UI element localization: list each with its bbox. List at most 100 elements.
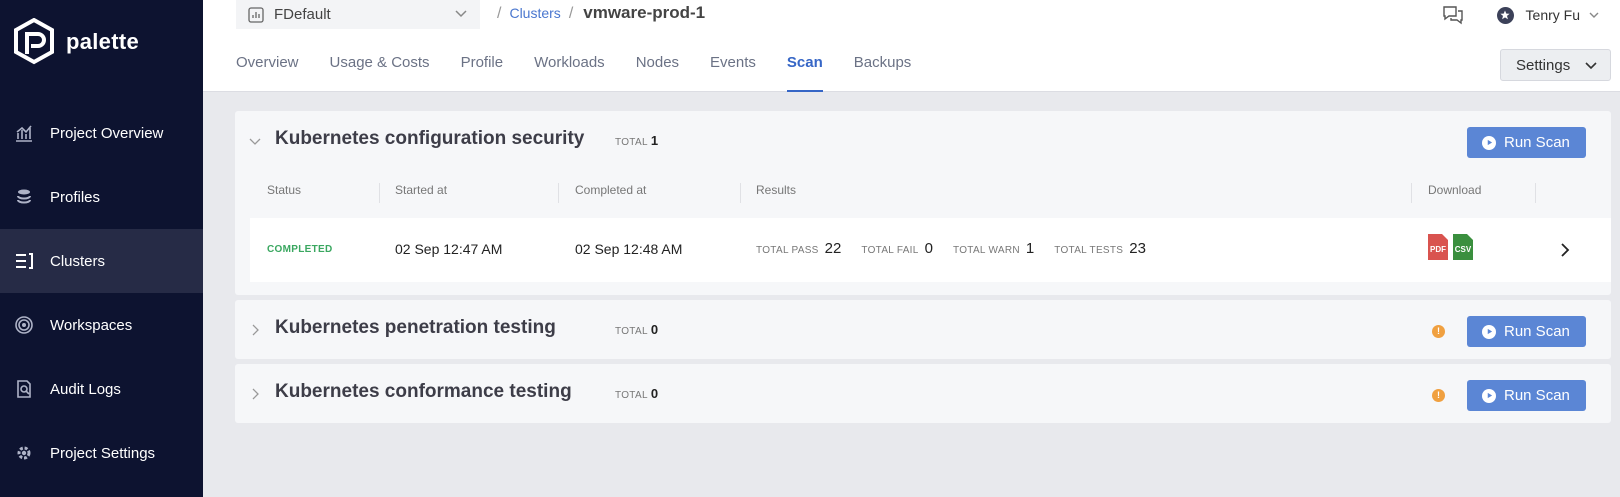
result-value: 22 [824,240,842,257]
tab-profile[interactable]: Profile [461,54,504,92]
csv-download-icon[interactable]: CSV [1453,234,1473,260]
palette-logo-icon [14,18,54,65]
sidebar-item-label: Project Overview [50,124,164,142]
column-results: Results [756,183,797,197]
panel-title: Kubernetes configuration security [275,128,585,149]
completed-at: 02 Sep 12:48 AM [575,241,683,257]
chat-icon[interactable] [1441,3,1465,27]
column-completed: Completed at [575,183,647,197]
run-scan-label: Run Scan [1504,134,1570,151]
csv-label: CSV [1455,245,1472,254]
sidebar-item-project-settings[interactable]: Project Settings [0,421,203,485]
settings-button[interactable]: Settings [1500,49,1611,81]
sidebar-item-label: Project Settings [50,444,156,462]
sidebar-item-clusters[interactable]: Clusters [0,229,203,293]
page-title: vmware-prod-1 [583,3,706,22]
sidebar-item-profiles[interactable]: Profiles [0,165,203,229]
scan-panel-penetration-testing: Kubernetes penetration testing TOTAL 0 !… [235,300,1611,359]
started-at: 02 Sep 12:47 AM [395,241,503,257]
column-divider [379,183,380,203]
sidebar-item-audit-logs[interactable]: Audit Logs [0,357,203,421]
result-value: 23 [1129,240,1146,257]
sidebar-item-label: Clusters [50,252,106,270]
cluster-tabs: Overview Usage & Costs Profile Workloads… [236,54,942,92]
total-label: TOTAL [615,390,648,401]
pdf-download-icon[interactable]: PDF [1428,234,1448,260]
top-header: FDefault / Clusters / vmware-prod-1 Tenr… [203,0,1620,92]
total-value: 1 [650,133,659,148]
tab-scan[interactable]: Scan [786,54,823,92]
run-scan-button[interactable]: Run Scan [1467,380,1586,411]
total-label: TOTAL [615,137,648,148]
result-label: TOTAL WARN [952,245,1020,256]
tab-events[interactable]: Events [710,54,756,92]
table-row[interactable]: COMPLETED 02 Sep 12:47 AM 02 Sep 12:48 A… [250,218,1611,282]
sidebar-item-project-overview[interactable]: Project Overview [0,101,203,165]
clusters-icon [14,251,34,271]
result-value: 0 [924,240,933,257]
scan-panel-conformance-testing: Kubernetes conformance testing TOTAL 0 !… [235,364,1611,423]
panel-title: Kubernetes conformance testing [275,381,572,402]
brand-name: palette [66,29,140,54]
header-right: Tenry Fu [1441,3,1600,27]
breadcrumb-clusters-link[interactable]: Clusters [509,5,560,21]
play-icon [1482,324,1496,339]
column-divider [558,183,559,203]
project-selector[interactable]: FDefault [236,0,480,29]
sidebar-item-label: Audit Logs [50,380,121,398]
column-download: Download [1428,183,1482,197]
project-name: FDefault [274,6,331,23]
download-links: PDF CSV [1428,234,1478,260]
scan-panel-config-security: Kubernetes configuration security TOTAL … [235,111,1611,295]
result-value: 1 [1025,240,1035,257]
brand-logo[interactable]: palette [12,18,139,66]
sidebar-nav: Project Overview Profiles Clusters Works… [0,101,203,485]
column-divider [1411,183,1412,203]
panel-total: TOTAL 0 [615,322,658,337]
workspace-icon [14,315,34,335]
column-started: Started at [395,183,448,197]
panel-total: TOTAL 1 [615,133,658,148]
panel-header[interactable]: Kubernetes penetration testing TOTAL 0 !… [235,300,1611,359]
column-divider [740,183,741,203]
sidebar: palette Project Overview Profiles Cluste… [0,0,203,497]
panel-title: Kubernetes penetration testing [275,317,556,338]
column-divider [1535,183,1536,203]
chart-icon [14,123,34,143]
user-name[interactable]: Tenry Fu [1526,7,1580,23]
breadcrumb-separator: / [568,5,574,22]
breadcrumb: / Clusters / vmware-prod-1 [493,3,705,23]
column-status: Status [267,183,302,197]
run-scan-label: Run Scan [1504,387,1570,404]
sidebar-item-label: Profiles [50,188,101,206]
sidebar-item-label: Workspaces [50,316,133,334]
result-label: TOTAL FAIL [861,245,919,256]
result-label: TOTAL PASS [756,245,819,256]
gear-icon [14,443,34,463]
chevron-right-icon[interactable] [249,324,261,336]
tab-usage-costs[interactable]: Usage & Costs [330,54,430,92]
chevron-right-icon[interactable] [1560,242,1570,258]
star-icon[interactable] [1496,6,1514,24]
tab-workloads[interactable]: Workloads [534,54,605,92]
tab-overview[interactable]: Overview [236,54,299,92]
chevron-down-icon[interactable] [1588,9,1600,21]
panel-header[interactable]: Kubernetes configuration security TOTAL … [235,111,1611,170]
breadcrumb-separator: / [497,5,502,22]
panel-header[interactable]: Kubernetes conformance testing TOTAL 0 !… [235,364,1611,423]
total-value: 0 [650,322,659,337]
result-label: TOTAL TESTS [1054,245,1124,256]
warning-icon: ! [1432,325,1445,338]
sidebar-item-workspaces[interactable]: Workspaces [0,293,203,357]
status-badge: COMPLETED [267,244,333,255]
chevron-down-icon [455,10,467,18]
play-icon [1482,135,1496,150]
run-scan-button[interactable]: Run Scan [1467,316,1586,347]
settings-label: Settings [1516,56,1571,74]
tab-nodes[interactable]: Nodes [636,54,679,92]
panel-total: TOTAL 0 [615,386,658,401]
tab-backups[interactable]: Backups [854,54,912,92]
run-scan-button[interactable]: Run Scan [1467,127,1586,158]
chevron-right-icon[interactable] [249,388,261,400]
chevron-down-icon[interactable] [249,135,261,147]
